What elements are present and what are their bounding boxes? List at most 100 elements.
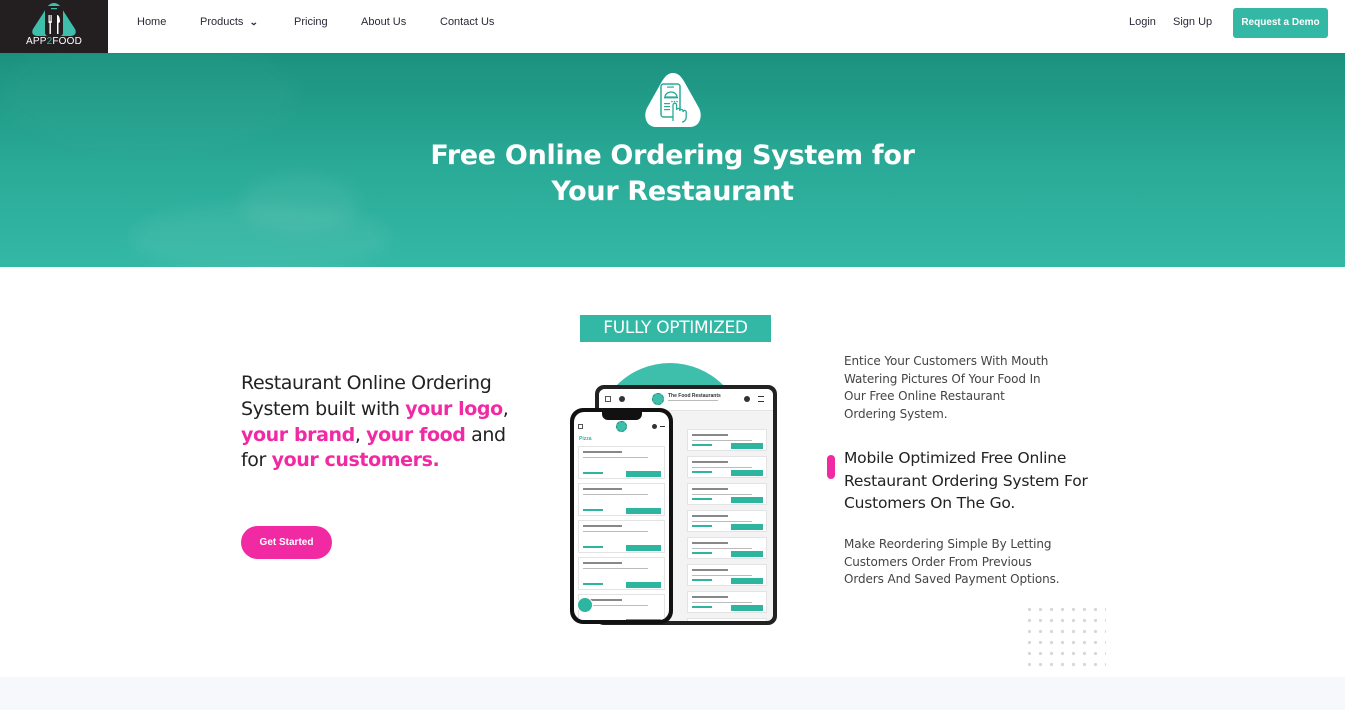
customize-link <box>692 579 712 581</box>
lead-highlight: your customers. <box>271 449 440 472</box>
menu-item-card <box>578 557 665 590</box>
item-title <box>692 542 728 544</box>
fully-optimized-badge: FULLY OPTIMIZED <box>580 315 771 342</box>
item-description <box>692 494 752 495</box>
cart-icon <box>652 424 657 429</box>
restaurant-logo-icon <box>616 421 627 432</box>
nav-products-label: Products <box>200 16 244 28</box>
item-title <box>583 562 623 564</box>
next-section-band <box>0 677 1345 710</box>
customize-link <box>583 583 603 585</box>
phone-mockup: Pizza <box>570 408 673 624</box>
item-description <box>692 521 752 522</box>
item-title <box>692 569 728 571</box>
phone-screen: Pizza <box>574 412 669 620</box>
add-price-button <box>731 578 763 584</box>
item-title <box>583 488 623 490</box>
nav-home[interactable]: Home <box>137 16 166 28</box>
add-price-button <box>626 508 661 514</box>
add-price-button <box>731 524 763 530</box>
tablet-subtitle-line <box>668 400 718 401</box>
customize-link <box>583 509 603 511</box>
item-title <box>583 525 623 527</box>
top-navbar: APP2FOOD Home Products ⌄ Pricing About Us… <box>0 0 1345 54</box>
cart-icon <box>744 396 750 402</box>
active-feature-indicator <box>827 455 835 479</box>
restaurant-logo-icon <box>652 393 664 405</box>
item-title <box>692 488 728 490</box>
nav-pricing[interactable]: Pricing <box>294 16 328 28</box>
customize-link <box>692 552 712 554</box>
item-title <box>692 461 728 463</box>
lead-text: , <box>502 397 509 420</box>
item-description <box>692 440 752 441</box>
menu-item-card <box>687 564 767 586</box>
menu-item-card <box>578 446 665 479</box>
customize-link <box>692 471 712 473</box>
add-price-button <box>731 470 763 476</box>
item-description <box>583 457 649 458</box>
menu-icon <box>660 426 665 427</box>
menu-item-card <box>687 483 767 505</box>
add-price-button <box>626 582 661 588</box>
logo-mark-icon <box>32 3 76 36</box>
phone-order-tap-icon <box>645 73 701 127</box>
brand-name: APP2FOOD <box>25 36 83 47</box>
floating-cart-button <box>577 597 593 613</box>
item-description <box>583 568 649 569</box>
menu-icon <box>758 396 764 402</box>
item-description <box>583 531 649 532</box>
tablet-restaurant-name: The Food Restaurants <box>668 393 721 399</box>
hero-title-line-2: Your Restaurant <box>551 176 794 207</box>
chevron-down-icon: ⌄ <box>249 17 259 27</box>
hero-title: Free Online Ordering System for Your Res… <box>0 138 1345 210</box>
lead-paragraph: Restaurant Online Ordering System built … <box>241 371 511 474</box>
item-title <box>583 451 623 453</box>
add-price-button <box>626 545 661 551</box>
menu-item-card <box>687 618 767 621</box>
menu-item-card <box>687 591 767 613</box>
menu-item-card <box>687 537 767 559</box>
brand-logo[interactable]: APP2FOOD <box>0 0 108 53</box>
add-price-button <box>731 443 763 449</box>
phone-notch <box>602 412 642 420</box>
back-icon <box>605 396 611 402</box>
lead-highlight: your food <box>366 423 466 446</box>
menu-item-card <box>687 456 767 478</box>
menu-item-card <box>687 429 767 451</box>
hero-banner: Free Online Ordering System for Your Res… <box>0 54 1345 267</box>
add-price-button <box>731 551 763 557</box>
back-icon <box>578 424 583 429</box>
customize-link <box>692 444 712 446</box>
item-title <box>692 434 728 436</box>
nav-about-us[interactable]: About Us <box>361 16 406 28</box>
nav-products[interactable]: Products ⌄ <box>200 16 259 28</box>
item-description <box>692 467 752 468</box>
lead-text: , <box>354 423 367 446</box>
add-price-button <box>731 497 763 503</box>
get-started-button[interactable]: Get Started <box>241 526 332 559</box>
user-icon <box>619 396 625 402</box>
item-description <box>692 602 752 603</box>
add-price-button <box>626 619 661 620</box>
feature-item-active[interactable]: Mobile Optimized Free Online Restaurant … <box>844 447 1104 515</box>
item-description <box>692 548 752 549</box>
item-title <box>692 515 728 517</box>
menu-item-card <box>578 483 665 516</box>
item-description <box>692 575 752 576</box>
phone-category-label: Pizza <box>579 436 592 442</box>
customize-link <box>692 525 712 527</box>
customize-link <box>692 498 712 500</box>
login-link[interactable]: Login <box>1129 16 1156 28</box>
lead-text-block: Restaurant Online Ordering System built … <box>241 371 511 474</box>
hero-title-line-1: Free Online Ordering System for <box>430 140 915 171</box>
device-mockup-illustration: The Food Restaurants Pizza <box>565 360 785 630</box>
customize-link <box>692 606 712 608</box>
request-demo-button[interactable]: Request a Demo <box>1233 8 1328 38</box>
customize-link <box>583 472 603 474</box>
add-price-button <box>626 471 661 477</box>
signup-link[interactable]: Sign Up <box>1173 16 1212 28</box>
nav-contact-us[interactable]: Contact Us <box>440 16 494 28</box>
feature-item[interactable]: Entice Your Customers With Mouth Waterin… <box>844 353 1054 423</box>
feature-item[interactable]: Make Reordering Simple By Letting Custom… <box>844 536 1064 589</box>
